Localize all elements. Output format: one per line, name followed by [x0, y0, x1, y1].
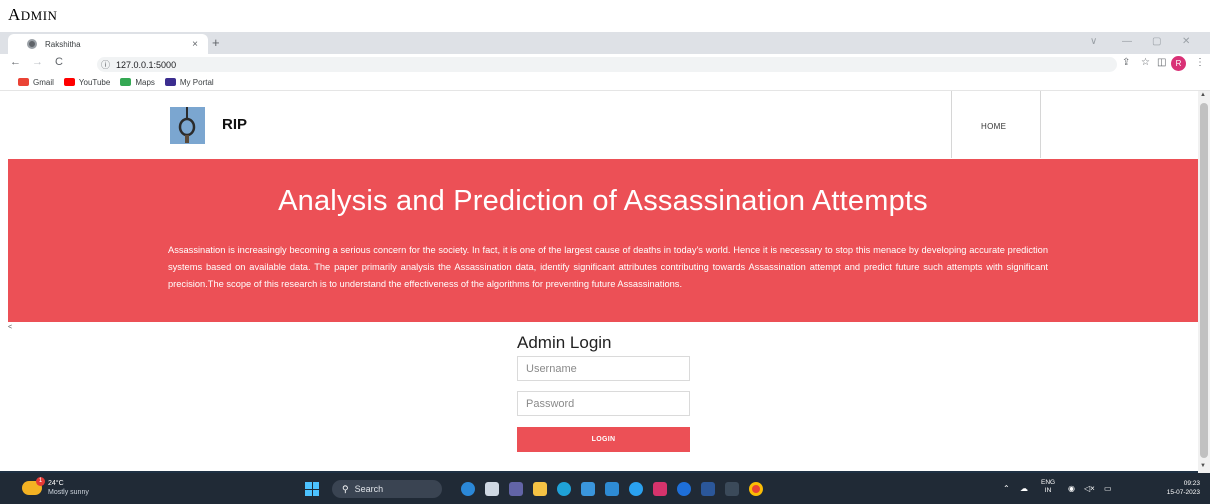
- taskbar-clock[interactable]: 09:23 15-07-2023: [1148, 479, 1200, 497]
- hero-banner: Analysis and Prediction of Assassination…: [8, 159, 1198, 322]
- wifi-icon[interactable]: ◉: [1068, 484, 1075, 493]
- battery-icon[interactable]: ▭: [1104, 484, 1112, 493]
- address-bar[interactable]: ⓘ 127.0.0.1:5000: [97, 57, 1117, 72]
- caption-rest: DMIN: [20, 8, 58, 23]
- bing-icon[interactable]: [461, 482, 475, 496]
- terminal-icon[interactable]: [725, 482, 739, 496]
- language-indicator[interactable]: ENG IN: [1041, 479, 1055, 495]
- username-input[interactable]: [517, 356, 690, 381]
- weather-badge: 1: [36, 477, 45, 486]
- lang-bottom: IN: [1044, 487, 1052, 494]
- caption-initial: A: [8, 5, 21, 24]
- nav-divider: [1040, 91, 1041, 158]
- password-input[interactable]: [517, 391, 690, 416]
- tab-close-icon[interactable]: ×: [192, 39, 198, 50]
- profile-avatar[interactable]: R: [1171, 56, 1186, 71]
- share-icon[interactable]: ⇪: [1122, 57, 1130, 68]
- word-icon[interactable]: [701, 482, 715, 496]
- hero-title: Analysis and Prediction of Assassination…: [278, 185, 928, 217]
- start-button[interactable]: [305, 482, 319, 496]
- new-tab-icon[interactable]: +: [212, 35, 220, 50]
- site-brand[interactable]: RIP: [222, 116, 247, 133]
- back-icon[interactable]: ←: [10, 56, 21, 68]
- bookmark-youtube[interactable]: YouTube: [63, 77, 111, 87]
- bookmark-star-icon[interactable]: ☆: [1141, 57, 1150, 68]
- file-explorer-icon[interactable]: [533, 482, 547, 496]
- tab-search-icon[interactable]: ∨: [1090, 36, 1097, 47]
- task-view-icon[interactable]: [485, 482, 499, 496]
- vscode-icon[interactable]: [629, 482, 643, 496]
- address-url: 127.0.0.1:5000: [116, 59, 177, 70]
- maximize-icon[interactable]: ▢: [1152, 36, 1161, 47]
- browser-tab[interactable]: Rakshitha ×: [8, 34, 208, 54]
- scroll-down-icon[interactable]: ▼: [1200, 463, 1206, 469]
- login-button[interactable]: LOGIN: [517, 427, 690, 452]
- bookmarks-bar: Gmail YouTube Maps My Portal: [0, 74, 1210, 91]
- nav-divider: [951, 91, 952, 158]
- page-scrollbar[interactable]: ▲ ▼: [1198, 91, 1210, 473]
- teams-icon[interactable]: [509, 482, 523, 496]
- youtube-icon: [63, 78, 75, 86]
- chrome-icon[interactable]: [749, 482, 763, 496]
- reload-icon[interactable]: C: [55, 56, 63, 68]
- page-viewport: RIP HOME Analysis and Prediction of Assa…: [0, 91, 1198, 473]
- document-caption: ADMIN: [8, 5, 57, 32]
- close-window-icon[interactable]: ✕: [1182, 36, 1190, 47]
- store-icon[interactable]: [581, 482, 595, 496]
- volume-icon[interactable]: ◁×: [1084, 484, 1095, 493]
- screen: ADMIN Rakshitha × + ∨ — ▢ ✕ ← → C ⓘ 127.…: [0, 0, 1210, 504]
- noose-logo-icon[interactable]: [170, 107, 205, 144]
- skype-icon[interactable]: [677, 482, 691, 496]
- bookmark-maps[interactable]: Maps: [120, 78, 155, 87]
- weather-condition[interactable]: Mostly sunny: [48, 489, 89, 496]
- bookmark-label: YouTube: [78, 77, 111, 87]
- bookmark-gmail[interactable]: Gmail: [18, 78, 54, 87]
- bookmark-label: My Portal: [179, 77, 214, 87]
- edge-icon[interactable]: [557, 482, 571, 496]
- portal-icon: [164, 78, 176, 86]
- gmail-icon: [18, 78, 29, 86]
- mcafee-icon[interactable]: [653, 482, 667, 496]
- tray-chevron-icon[interactable]: ⌃: [1003, 484, 1010, 493]
- forward-icon[interactable]: →: [32, 56, 43, 68]
- tray-cloud-icon[interactable]: ☁: [1020, 484, 1028, 493]
- nav-home-link[interactable]: HOME: [981, 122, 1006, 131]
- browser-toolbar: ← → C ⓘ 127.0.0.1:5000 ⇪ ☆ ◫ R ⋮: [0, 54, 1210, 74]
- login-title: Admin Login: [517, 333, 612, 352]
- site-header: RIP HOME: [0, 91, 1198, 158]
- bookmark-label: Gmail: [33, 77, 54, 87]
- tab-title: Rakshitha: [45, 39, 81, 49]
- hero-description: Assassination is increasingly becoming a…: [168, 245, 1048, 289]
- bookmark-label: Maps: [135, 77, 155, 87]
- scroll-up-icon[interactable]: ▲: [1200, 92, 1206, 98]
- clock-time: 09:23: [1183, 480, 1200, 487]
- clock-date: 15-07-2023: [1166, 489, 1200, 496]
- maps-icon: [120, 78, 132, 86]
- search-label: Search: [354, 484, 384, 494]
- windows-taskbar: 1 24°C Mostly sunny ⚲ Search ⌃ ☁ ENG IN …: [0, 473, 1210, 504]
- weather-temperature[interactable]: 24°C: [48, 480, 64, 487]
- lang-top: ENG: [1041, 479, 1056, 486]
- tab-favicon-icon: [27, 39, 37, 49]
- bookmark-my-portal[interactable]: My Portal: [164, 77, 214, 87]
- menu-icon[interactable]: ⋮: [1195, 57, 1205, 68]
- side-panel-icon[interactable]: ◫: [1157, 57, 1166, 68]
- browser-tabstrip: Rakshitha × + ∨ — ▢ ✕: [0, 32, 1210, 54]
- site-info-icon[interactable]: ⓘ: [101, 58, 110, 71]
- minimize-icon[interactable]: —: [1122, 36, 1132, 47]
- scrollbar-thumb[interactable]: [1200, 103, 1208, 458]
- mail-icon[interactable]: [605, 482, 619, 496]
- search-icon: ⚲: [342, 483, 349, 494]
- stray-mark: <: [8, 324, 13, 331]
- taskbar-search[interactable]: ⚲ Search: [332, 480, 442, 498]
